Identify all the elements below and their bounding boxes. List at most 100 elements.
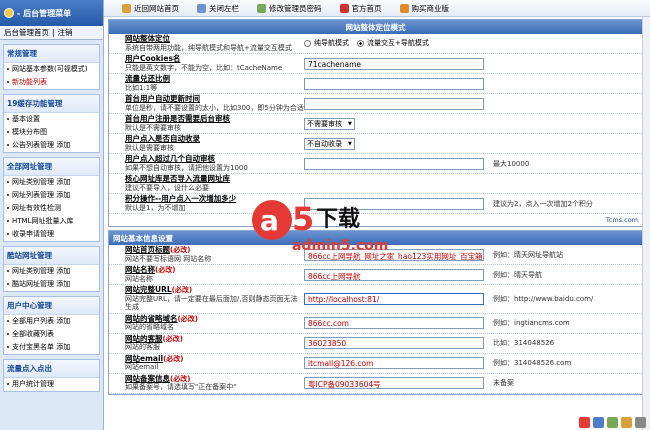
text-input[interactable]: [304, 157, 484, 170]
setting-desc: 只能是英文数字，不能为空，比如：tCacheName: [125, 63, 283, 72]
setting-row: 网站email(必改) 网站email itcmall@126.com 例如：3140…: [109, 354, 642, 374]
setting-name: 网站首页标题: [125, 245, 170, 254]
text-input[interactable]: itcmall@126.com: [304, 357, 484, 369]
sidebar-header: - 后台管理菜单: [0, 0, 103, 26]
positioning-rows: 网站整体定位 系统自带两用功能，纯导航模式和导航+流量交互模式 纯导航模式 流量交互+…: [109, 34, 642, 214]
sidebar-group-title[interactable]: 常规管理: [4, 45, 99, 63]
sidebar-item[interactable]: 网址类别管理 添加: [4, 265, 99, 278]
close-sidebar-icon: [197, 3, 206, 13]
tray-icon[interactable]: [593, 417, 604, 428]
sidebar-item[interactable]: 模块分布图: [4, 126, 99, 139]
sidebar-item[interactable]: 支付宝黑名单 添加: [4, 341, 99, 354]
sidebar-item[interactable]: 新功能列表: [4, 76, 99, 89]
sidebar-item[interactable]: 酷站网址管理 添加: [4, 278, 99, 291]
text-input[interactable]: [304, 97, 484, 110]
toolbar-link[interactable]: 购买商业版: [399, 3, 449, 14]
setting-desc: 网站不要写标语网 网站名称: [125, 254, 212, 263]
toolbar-link[interactable]: 官方首页: [339, 3, 382, 14]
text-input[interactable]: [304, 77, 484, 90]
sidebar-group-title[interactable]: 流量点入点出: [4, 360, 99, 378]
required-marker: (必改): [170, 374, 191, 383]
setting-row: 网站整体定位 系统自带两用功能，纯导航模式和导航+流量交互模式 纯导航模式 流量交互+…: [109, 34, 642, 54]
setting-desc: 单位是秒，请不要设置的太小，比如300，即5分钟为合适: [125, 103, 304, 112]
sidebar-group-title[interactable]: 19缓存功能管理: [4, 95, 99, 113]
tray-icon[interactable]: [635, 417, 646, 428]
setting-label: 用户Cookies名 只能是英文数字，不能为空，比如：tCacheName: [109, 54, 304, 72]
setting-name: 网站备案信息: [125, 373, 170, 383]
text-input[interactable]: 36023850: [304, 337, 484, 349]
sidebar-group-title[interactable]: 用户中心管理: [4, 297, 99, 315]
text-input[interactable]: http://localhost:81/: [304, 292, 484, 305]
sidebar-item[interactable]: 公告列表管理 添加: [4, 139, 99, 152]
sidebar: - 后台管理菜单 后台管理首页 | 注销 常规管理 网站基本参数(可视模式) 新功能…: [0, 0, 104, 430]
setting-control: 粤ICP备09033604号: [304, 377, 489, 389]
separator: |: [52, 28, 55, 37]
sidebar-item[interactable]: HTML网址批量入库: [4, 215, 99, 228]
setting-row: 用户点入超过几个自动审核 如果不想自动审核，请把他设置为1000 最大10000: [109, 154, 642, 174]
text-input[interactable]: 866cc上网导航: [304, 268, 484, 281]
sidebar-item[interactable]: 网址类别管理 添加: [4, 176, 99, 189]
sidebar-group-title[interactable]: 酷站网址管理: [4, 247, 99, 265]
text-input[interactable]: 866cc.com: [304, 317, 484, 329]
sidebar-group: 流量点入点出 用户统计管理: [3, 359, 100, 392]
input-method-icon[interactable]: [579, 417, 590, 428]
logout-link[interactable]: 注销: [58, 27, 73, 38]
setting-desc: 网站的客服: [125, 343, 160, 351]
tray-icon[interactable]: [621, 417, 632, 428]
admin-home-link[interactable]: 后台管理首页: [4, 27, 49, 38]
mode-radio[interactable]: 纯导航模式: [304, 38, 349, 48]
setting-label: 网站email(必改) 网站email: [109, 354, 304, 372]
setting-desc: 如果不想自动审核，请把他设置为1000: [125, 163, 248, 172]
setting-control: itcmall@126.com: [304, 357, 489, 369]
setting-name: 网站名称: [125, 265, 155, 274]
setting-control: [304, 77, 489, 90]
toolbar-link[interactable]: 近回网站首页: [122, 3, 179, 14]
setting-label: 网站整体定位 系统自带两用功能，纯导航模式和导航+流量交互模式: [109, 34, 304, 52]
required-marker: (必改): [162, 334, 183, 343]
select-dropdown[interactable]: 不需要审核 ▼: [304, 117, 355, 130]
sidebar-item[interactable]: 网站基本参数(可视模式): [4, 63, 99, 76]
sidebar-item[interactable]: 用户统计管理: [4, 378, 99, 391]
setting-control: 866cc.com: [304, 317, 489, 329]
setting-control: 不需要审核 ▼: [304, 117, 489, 130]
flag-icon: [339, 3, 349, 13]
tray-icons: [579, 417, 646, 428]
sidebar-group-title[interactable]: 全部网址管理: [4, 158, 99, 176]
required-marker: (必改): [163, 354, 184, 363]
tray-icon[interactable]: [607, 417, 618, 428]
setting-name: 流量兑还比例: [125, 74, 170, 83]
sidebar-group: 常规管理 网站基本参数(可视模式) 新功能列表: [3, 44, 100, 90]
setting-label: 网站完整URL(必改) 网站完整URL，请一定要在最后面加/,否则静态页面无法生成: [109, 285, 304, 312]
key-icon: [257, 3, 266, 13]
scrollbar[interactable]: [642, 17, 650, 430]
setting-name: 核心网址库是否导入流量网址库: [125, 174, 230, 183]
text-input[interactable]: 71cachename: [304, 57, 484, 70]
mode-radio[interactable]: 流量交互+导航模式: [357, 38, 429, 48]
setting-desc: 默认是不需要审核: [125, 123, 181, 132]
sidebar-groups: 常规管理 网站基本参数(可视模式) 新功能列表 19缓存功能管理 基本设置 模块分布图 公告…: [0, 44, 103, 392]
toolbar-link[interactable]: 修改管理员密码: [257, 3, 322, 14]
chevron-down-icon: ▼: [348, 120, 352, 127]
cart-icon: [399, 3, 409, 13]
setting-desc: 网站名称: [125, 274, 153, 283]
sidebar-item[interactable]: 收录申请管理: [4, 228, 99, 241]
sidebar-item[interactable]: 全部用户列表 添加: [4, 315, 99, 328]
setting-name: 用户点入是否自动收录: [125, 134, 200, 143]
setting-example: 例如：314048526.com: [493, 359, 572, 367]
toolbar-link-label: 修改管理员密码: [269, 3, 322, 13]
text-input[interactable]: 粤ICP备09033604号: [304, 377, 484, 389]
sidebar-item[interactable]: 网址列表管理 添加: [4, 189, 99, 202]
setting-example: 建议为2，点入一次增加2个积分: [493, 199, 593, 208]
sidebar-item[interactable]: 网址有效性检测: [4, 202, 99, 215]
toolbar-link-label: 关闭左栏: [209, 3, 239, 13]
sidebar-item[interactable]: 基本设置: [4, 113, 99, 126]
setting-example: 例如：晴天导航: [493, 270, 542, 279]
setting-label: 用户点入是否自动收录 默认是需要审核: [109, 134, 304, 152]
required-marker: (必改): [177, 314, 198, 323]
sidebar-item[interactable]: 全部收藏列表: [4, 328, 99, 341]
setting-name: 网站的省略域名: [125, 313, 178, 323]
select-dropdown[interactable]: 不自动收录 ▼: [304, 137, 355, 150]
toolbar-link[interactable]: 关闭左栏: [197, 3, 239, 14]
radio-label: 纯导航模式: [314, 39, 349, 48]
sidebar-group: 用户中心管理 全部用户列表 添加 全部收藏列表 支付宝黑名单 添加: [3, 296, 100, 355]
